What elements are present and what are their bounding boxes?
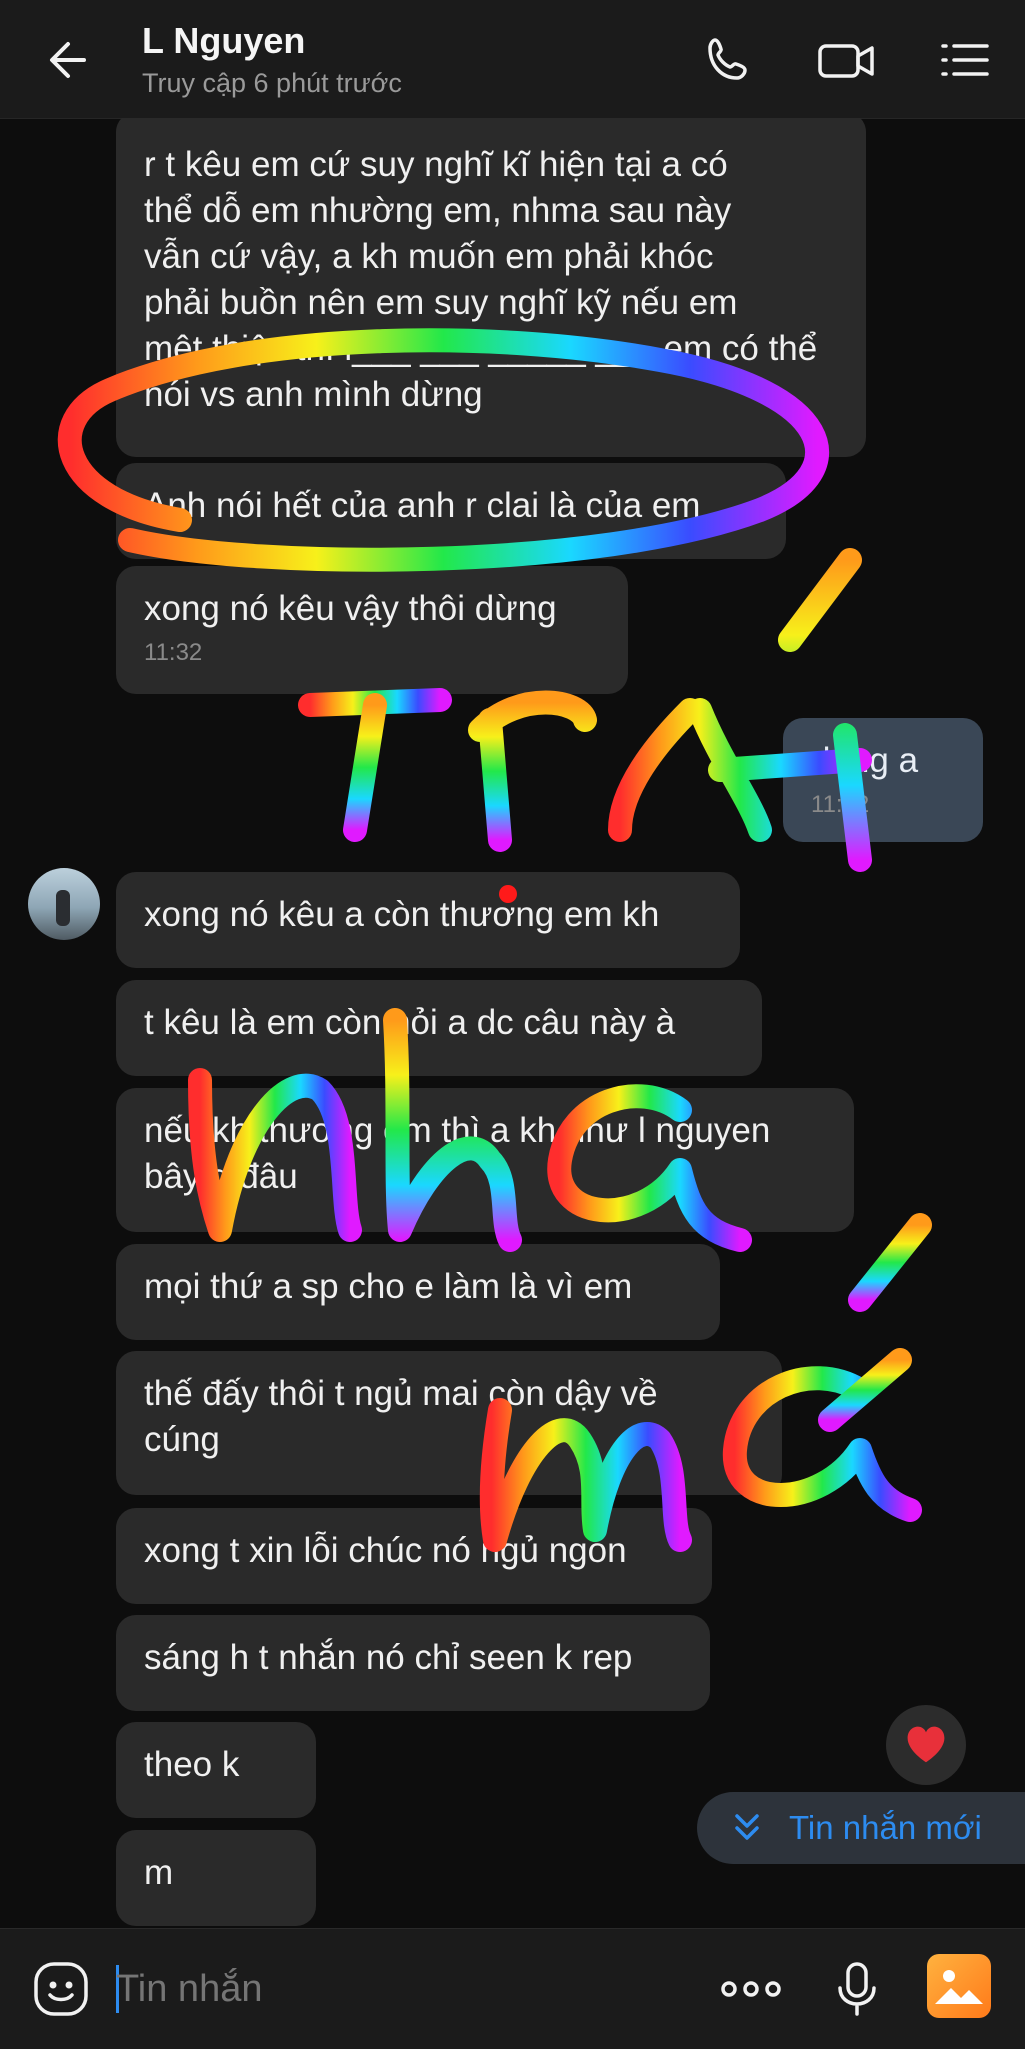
new-message-label: Tin nhắn mới: [789, 1809, 982, 1846]
chevron-double-down-icon: [735, 1814, 759, 1840]
message-text: Anh nói hết của anh r clai là của em: [144, 486, 701, 525]
new-message-pill[interactable]: Tin nhắn mới: [697, 1792, 1025, 1864]
outgoing-message-bubble[interactable]: dung a 11:32: [783, 718, 983, 842]
message-text: nếu kh thương em thì a kh như l nguyen b…: [144, 1111, 771, 1196]
contact-name[interactable]: L Nguyen: [142, 20, 305, 62]
avatar-figure: [56, 890, 70, 926]
more-dots-icon[interactable]: [718, 1958, 784, 2020]
message-text: theo k: [144, 1745, 240, 1784]
message-text: xong nó kêu a còn thương em kh: [144, 895, 660, 934]
message-bubble[interactable]: xong t xin lỗi chúc nó ngủ ngon: [116, 1508, 712, 1604]
last-seen-status: Truy cập 6 phút trước: [142, 68, 402, 98]
message-bubble[interactable]: thế đấy thôi t ngủ mai còn dậy về cúng: [116, 1351, 782, 1495]
message-text: r t kêu em cứ suy nghĩ kĩ hiện tại a có …: [144, 145, 818, 414]
message-text: sáng h t nhắn nó chỉ seen k rep: [144, 1638, 633, 1677]
gallery-icon[interactable]: [927, 1954, 991, 2018]
message-text: t kêu là em còn hỏi a dc câu này à: [144, 1003, 676, 1042]
message-bubble[interactable]: mọi thứ a sp cho e làm là vì em: [116, 1244, 720, 1340]
message-bubble[interactable]: sáng h t nhắn nó chỉ seen k rep: [116, 1615, 710, 1711]
message-text: thế đấy thôi t ngủ mai còn dậy về cúng: [144, 1374, 658, 1459]
message-bubble[interactable]: m: [116, 1830, 316, 1926]
message-bubble[interactable]: nếu kh thương em thì a kh như l nguyen b…: [116, 1088, 854, 1232]
video-call-icon[interactable]: [815, 30, 879, 90]
message-bubble[interactable]: xong nó kêu vậy thôi dừng 11:32: [116, 566, 628, 694]
message-bubble[interactable]: r t kêu em cứ suy nghĩ kĩ hiện tại a có …: [116, 118, 866, 457]
back-arrow-icon[interactable]: [40, 30, 100, 90]
message-bubble[interactable]: xong nó kêu a còn thương em kh: [116, 872, 740, 968]
heart-icon: [907, 1726, 945, 1763]
message-composer: [0, 1928, 1025, 2049]
message-bubble[interactable]: theo k: [116, 1722, 316, 1818]
message-text: xong t xin lỗi chúc nó ngủ ngon: [144, 1531, 627, 1570]
message-input[interactable]: [116, 1959, 676, 2019]
message-text: dung a: [811, 741, 919, 780]
message-text: mọi thứ a sp cho e làm là vì em: [144, 1267, 633, 1306]
emoji-icon[interactable]: [30, 1958, 92, 2020]
message-bubble[interactable]: t kêu là em còn hỏi a dc câu này à: [116, 980, 762, 1076]
menu-list-icon[interactable]: [935, 30, 995, 90]
message-time: 11:32: [811, 791, 870, 818]
chat-header: L Nguyen Truy cập 6 phút trước: [0, 0, 1025, 119]
message-text: m: [144, 1853, 174, 1892]
message-time: 11:32: [144, 639, 203, 666]
heart-reaction-button[interactable]: [886, 1705, 966, 1785]
message-text: xong nó kêu vậy thôi dừng: [144, 589, 557, 628]
contact-avatar[interactable]: [28, 868, 100, 940]
message-bubble[interactable]: Anh nói hết của anh r clai là của em: [116, 463, 786, 559]
message-list[interactable]: r t kêu em cứ suy nghĩ kĩ hiện tại a có …: [0, 118, 1025, 1928]
microphone-icon[interactable]: [826, 1958, 888, 2020]
phone-icon[interactable]: [698, 30, 758, 90]
